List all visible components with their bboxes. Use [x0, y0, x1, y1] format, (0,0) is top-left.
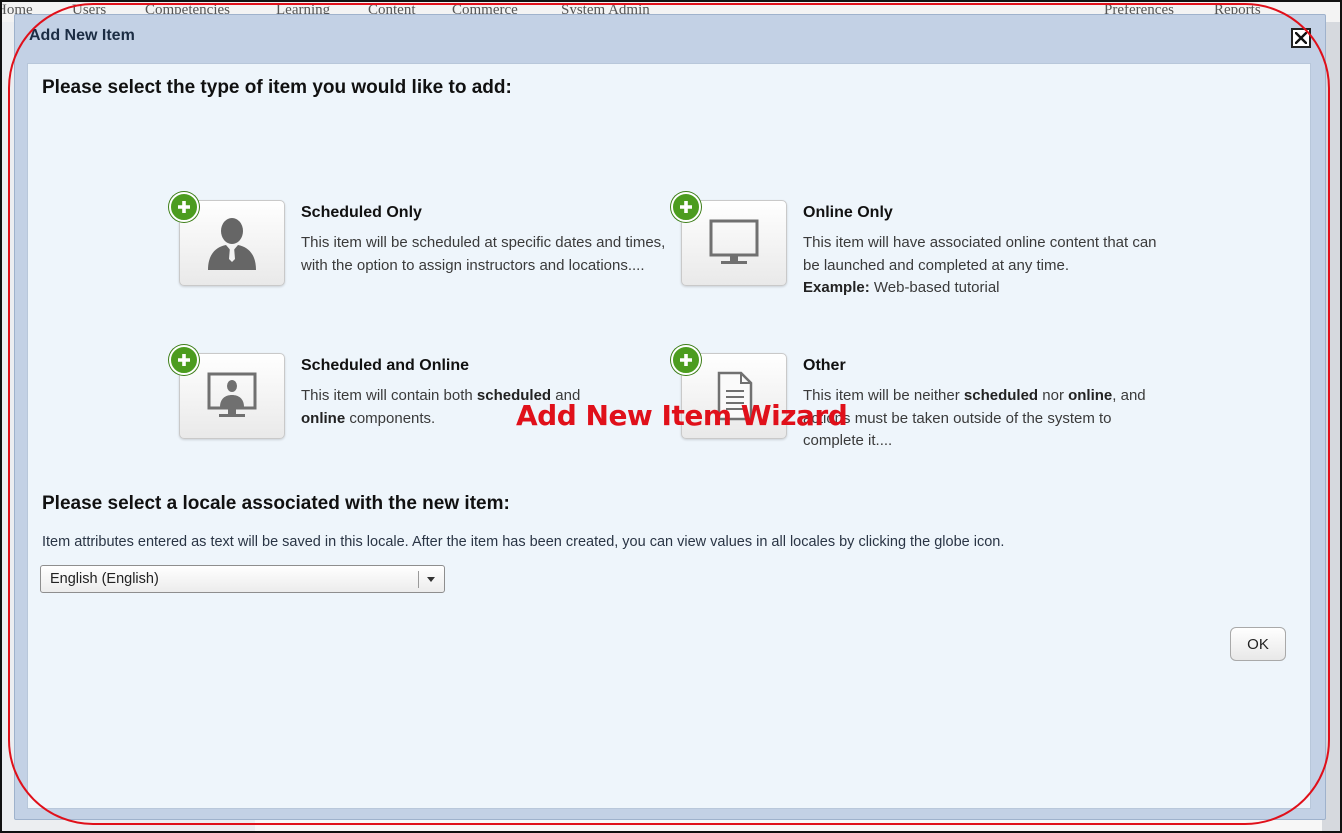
plus-icon [169, 192, 199, 222]
desc-text: This item will contain both [301, 387, 477, 404]
option-description-text: This item will have associated online co… [803, 234, 1157, 274]
monitor-icon [709, 219, 759, 264]
example-text: Web-based tutorial [869, 279, 1000, 296]
desc-bold: online [1068, 387, 1113, 404]
option-online-only[interactable]: Online Only This item will have associat… [671, 192, 1171, 302]
option-description: This item will be scheduled at specific … [301, 234, 666, 274]
person-silhouette-icon [208, 218, 256, 270]
desc-text: components. [345, 409, 436, 427]
locale-selected-value: English (English) [50, 571, 159, 587]
dialog-title: Add New Item [29, 27, 135, 44]
desc-text: nor [1038, 387, 1069, 404]
locale-heading: Please select a locale associated with t… [42, 493, 510, 514]
annotation-label: Add New Item Wizard [516, 399, 848, 432]
presenter-on-screen-icon [207, 372, 257, 417]
desc-bold: scheduled [963, 387, 1039, 404]
locale-select[interactable]: English (English) [40, 565, 445, 593]
item-type-heading: Please select the type of item you would… [42, 77, 512, 98]
chevron-down-icon [427, 577, 435, 582]
option-description: This item will be neither scheduled nor … [803, 385, 1173, 453]
dialog-header: Add New Item [15, 15, 1325, 63]
option-title: Online Only [803, 204, 893, 221]
dialog-body: Please select the type of item you would… [27, 63, 1311, 809]
example-label: Example: [803, 279, 870, 296]
ok-button[interactable]: OK [1230, 627, 1286, 661]
plus-icon [169, 345, 199, 375]
select-divider [418, 571, 419, 588]
plus-icon [671, 345, 701, 375]
option-description: This item will have associated online co… [803, 232, 1173, 300]
desc-bold: online [301, 409, 346, 427]
close-button[interactable] [1291, 28, 1311, 48]
plus-icon [671, 192, 701, 222]
option-title: Other [803, 357, 846, 374]
option-title: Scheduled Only [301, 204, 422, 221]
option-title: Scheduled and Online [301, 357, 470, 374]
locale-note: Item attributes entered as text will be … [42, 534, 1005, 550]
close-x-icon [1295, 32, 1307, 44]
option-scheduled-only[interactable]: Scheduled Only This item will be schedul… [169, 192, 669, 302]
